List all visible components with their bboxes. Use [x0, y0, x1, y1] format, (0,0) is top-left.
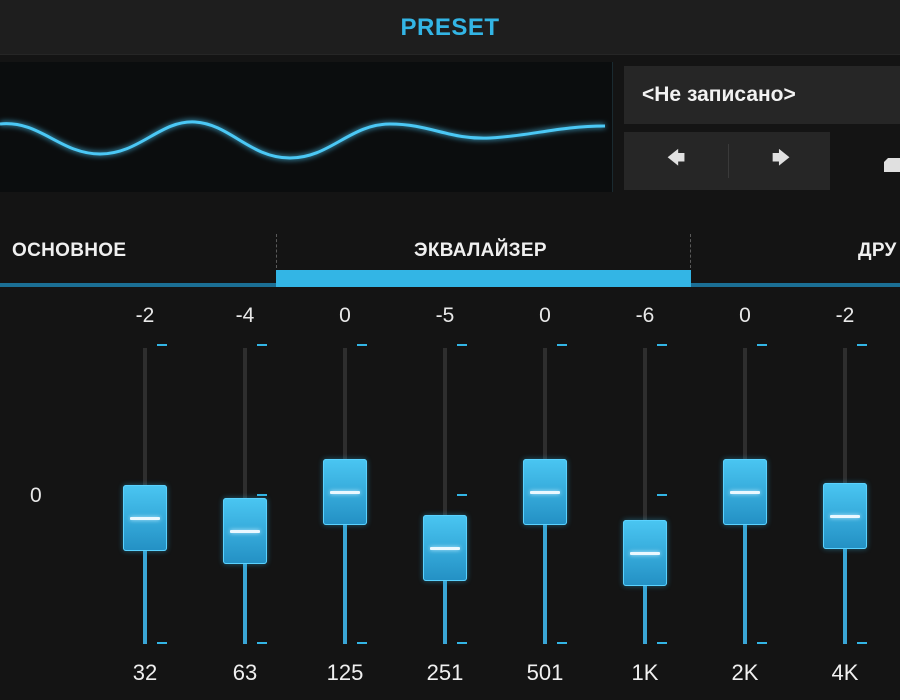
- scale-tick: [257, 642, 267, 644]
- waveform-visualizer: [0, 62, 613, 192]
- slider-track[interactable]: [343, 348, 347, 459]
- slider-track-fill[interactable]: [143, 551, 147, 644]
- zero-db-label: 0: [30, 484, 42, 507]
- page-title: PRESET: [400, 14, 500, 41]
- scale-tick: [457, 344, 467, 346]
- slider-track-fill[interactable]: [543, 525, 547, 644]
- slider-track-fill[interactable]: [843, 549, 847, 644]
- eq-band-1k: -6 1K: [605, 288, 685, 700]
- equalizer-panel: 0 -2 32 -4 63 0 125 -5 251 0 501 -6 1K 0 2K -2 4K: [0, 288, 900, 700]
- eq-band-4k: -2 4K: [805, 288, 885, 700]
- slider-knob[interactable]: [423, 515, 467, 581]
- scale-tick: [657, 344, 667, 346]
- band-gain-value: -2: [835, 304, 855, 327]
- header-bar: PRESET: [0, 0, 900, 55]
- band-gain-value: 0: [339, 304, 351, 327]
- scale-tick: [557, 344, 567, 346]
- tab-basic[interactable]: ОСНОВНОЕ: [12, 240, 126, 262]
- scale-tick: [457, 642, 467, 644]
- knob-grip: [830, 515, 860, 518]
- band-frequency-label: 2K: [731, 660, 759, 685]
- scale-tick: [657, 494, 667, 496]
- slider-knob[interactable]: [323, 459, 367, 525]
- scale-tick: [857, 642, 867, 644]
- preset-navigation: 🡄 🡆: [624, 132, 830, 190]
- band-frequency-label: 4K: [831, 660, 859, 685]
- tab-divider: [690, 234, 691, 268]
- slider-track-fill[interactable]: [743, 525, 747, 644]
- slider-knob[interactable]: [823, 483, 867, 549]
- scale-tick: [157, 344, 167, 346]
- tab-divider: [276, 234, 277, 268]
- tab-active-indicator: [276, 270, 691, 287]
- scale-tick: [157, 642, 167, 644]
- slider-track-fill[interactable]: [243, 564, 247, 644]
- scale-tick: [757, 344, 767, 346]
- slider-track[interactable]: [843, 348, 847, 483]
- knob-grip: [730, 491, 760, 494]
- scale-tick: [757, 642, 767, 644]
- slider-track-fill[interactable]: [443, 581, 447, 644]
- band-gain-value: -5: [435, 304, 455, 327]
- tab-bar: ОСНОВНОЕ ЭКВАЛАЙЗЕР ДРУ: [0, 204, 900, 288]
- slider-knob[interactable]: [623, 520, 667, 586]
- slider-track[interactable]: [143, 348, 147, 485]
- slider-knob[interactable]: [723, 459, 767, 525]
- knob-grip: [630, 552, 660, 555]
- band-frequency-label: 125: [326, 660, 364, 685]
- knob-grip: [230, 530, 260, 533]
- scale-tick: [257, 344, 267, 346]
- arrow-left-icon: 🡄: [666, 148, 686, 168]
- save-icon[interactable]: [884, 152, 900, 172]
- scale-tick: [657, 642, 667, 644]
- scale-tick: [557, 642, 567, 644]
- eq-band-125: 0 125: [305, 288, 385, 700]
- scale-tick: [857, 344, 867, 346]
- eq-band-251: -5 251: [405, 288, 485, 700]
- band-frequency-label: 63: [232, 660, 258, 685]
- band-frequency-label: 32: [132, 660, 158, 685]
- band-gain-value: -2: [135, 304, 155, 327]
- slider-track[interactable]: [243, 348, 247, 498]
- next-preset-button[interactable]: 🡆: [729, 132, 833, 190]
- band-frequency-label: 251: [426, 660, 464, 685]
- band-gain-value: -4: [235, 304, 255, 327]
- scale-tick: [357, 344, 367, 346]
- slider-knob[interactable]: [123, 485, 167, 551]
- tab-equalizer[interactable]: ЭКВАЛАЙЗЕР: [414, 240, 547, 262]
- eq-band-63: -4 63: [205, 288, 285, 700]
- eq-band-501: 0 501: [505, 288, 585, 700]
- band-gain-value: 0: [739, 304, 751, 327]
- scale-tick: [257, 494, 267, 496]
- slider-track-fill[interactable]: [643, 586, 647, 644]
- waveform-curve: [0, 120, 606, 160]
- scale-tick: [457, 494, 467, 496]
- prev-preset-button[interactable]: 🡄: [624, 132, 728, 190]
- eq-band-32: -2 32: [105, 288, 185, 700]
- band-gain-value: -6: [635, 304, 655, 327]
- preset-name-field[interactable]: <Не записано>: [624, 66, 900, 124]
- slider-track[interactable]: [443, 348, 447, 515]
- arrow-right-icon: 🡆: [771, 148, 791, 168]
- eq-band-2k: 0 2K: [705, 288, 785, 700]
- scale-tick: [357, 642, 367, 644]
- slider-track[interactable]: [743, 348, 747, 459]
- knob-grip: [430, 547, 460, 550]
- slider-knob[interactable]: [523, 459, 567, 525]
- knob-grip: [330, 491, 360, 494]
- slider-track[interactable]: [543, 348, 547, 459]
- band-gain-value: 0: [539, 304, 551, 327]
- knob-grip: [530, 491, 560, 494]
- band-frequency-label: 1K: [631, 660, 659, 685]
- band-frequency-label: 501: [526, 660, 564, 685]
- preset-name-label: <Не записано>: [642, 83, 796, 106]
- slider-track-fill[interactable]: [343, 525, 347, 644]
- slider-knob[interactable]: [223, 498, 267, 564]
- tab-other[interactable]: ДРУ: [858, 240, 897, 262]
- slider-track[interactable]: [643, 348, 647, 520]
- knob-grip: [130, 517, 160, 520]
